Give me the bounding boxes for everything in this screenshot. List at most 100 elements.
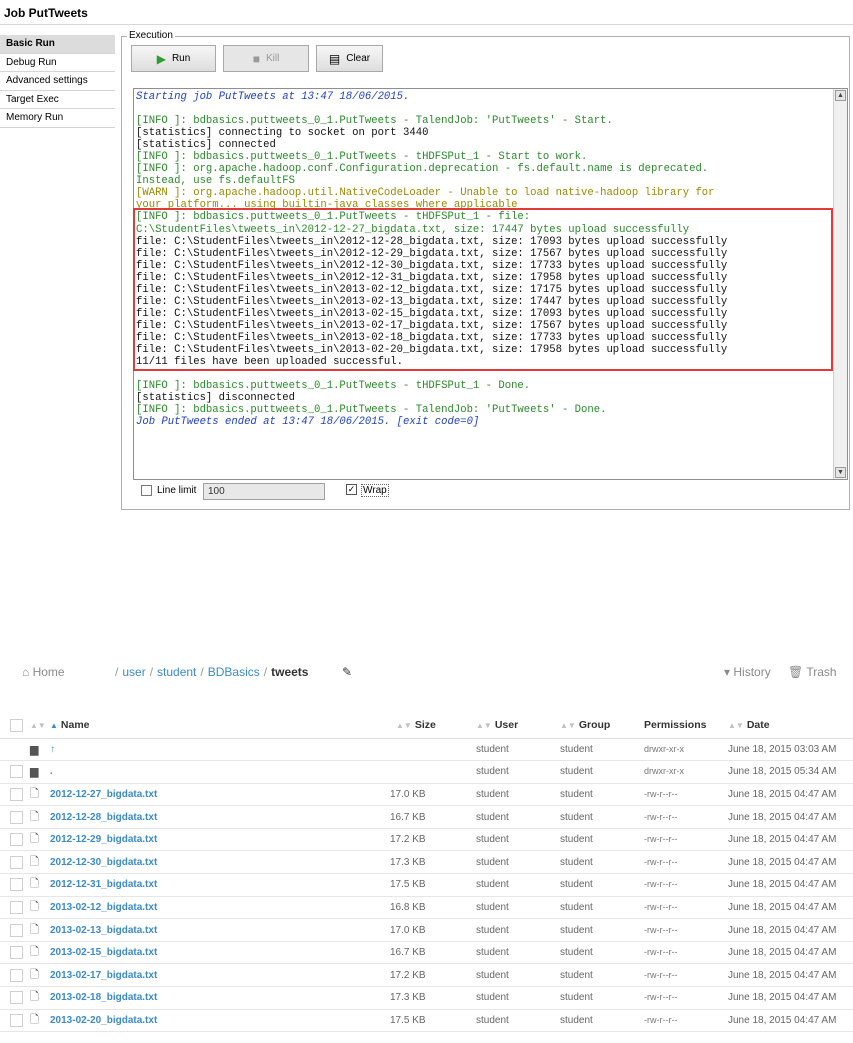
file-group: student: [560, 1014, 593, 1026]
file-name-link[interactable]: 2012-12-28_bigdata.txt: [50, 812, 157, 823]
file-group: student: [560, 856, 593, 868]
file-name-link[interactable]: 2013-02-18_bigdata.txt: [50, 992, 157, 1003]
file-name-link[interactable]: 2013-02-20_bigdata.txt: [50, 1015, 157, 1026]
kill-button[interactable]: ■ Kill: [223, 45, 309, 72]
column-group[interactable]: Group: [579, 719, 611, 731]
row-checkbox[interactable]: [10, 1013, 23, 1027]
row-checkbox[interactable]: [10, 946, 23, 960]
console-line: [statistics] connected: [136, 139, 276, 152]
select-all-checkbox[interactable]: [10, 718, 23, 732]
console-line: [statistics] connecting to socket on por…: [136, 127, 429, 140]
file-icon: 🗋: [30, 810, 39, 823]
file-size: 16.7 KB: [390, 811, 426, 823]
breadcrumb-student[interactable]: student: [157, 665, 196, 679]
file-user: student: [476, 766, 509, 778]
file-user: student: [476, 901, 509, 913]
file-user: student: [476, 834, 509, 846]
file-date: June 18, 2015 04:47 AM: [728, 992, 837, 1004]
table-row[interactable]: 🗋 2013-02-15_bigdata.txt 16.7 KB student stu…: [0, 941, 853, 965]
file-name-link[interactable]: ↑: [50, 744, 55, 755]
clear-button[interactable]: ▤ Clear: [316, 45, 383, 72]
table-row[interactable]: 🗋 2012-12-28_bigdata.txt 16.7 KB student stu…: [0, 805, 853, 829]
file-icon: 🗋: [30, 787, 39, 800]
file-name-link[interactable]: 2013-02-12_bigdata.txt: [50, 902, 157, 913]
table-row[interactable]: 🗋 2012-12-31_bigdata.txt 17.5 KB student stu…: [0, 873, 853, 897]
table-row[interactable]: 🗋 2012-12-27_bigdata.txt 17.0 KB student stu…: [0, 783, 853, 807]
file-name-link[interactable]: 2012-12-30_bigdata.txt: [50, 857, 157, 868]
wrap-checkbox[interactable]: ✓: [346, 484, 357, 495]
file-icon: 🗋: [30, 946, 39, 959]
file-icon: 🗋: [30, 855, 39, 868]
table-row[interactable]: ▆ ↑ student student drwxr-xr-x June 18, 2015 …: [0, 738, 853, 762]
row-checkbox[interactable]: [10, 855, 23, 869]
table-row[interactable]: 🗋 2013-02-17_bigdata.txt 17.2 KB student stu…: [0, 963, 853, 988]
column-permissions[interactable]: Permissions: [644, 719, 706, 731]
file-group: student: [560, 879, 593, 891]
table-row[interactable]: 🗋 2012-12-29_bigdata.txt 17.2 KB student stu…: [0, 828, 853, 852]
file-user: student: [476, 879, 509, 891]
nav-advanced-settings[interactable]: Advanced settings: [0, 72, 115, 91]
line-limit-checkbox[interactable]: [141, 485, 152, 496]
table-row[interactable]: 🗋 2013-02-18_bigdata.txt 17.3 KB student stu…: [0, 986, 853, 1010]
file-size: 17.3 KB: [390, 856, 426, 868]
file-name-link[interactable]: 2013-02-15_bigdata.txt: [50, 947, 157, 958]
breadcrumb-separator: /: [115, 665, 119, 679]
nav-basic-run[interactable]: Basic Run: [0, 35, 115, 54]
file-date: June 18, 2015 04:47 AM: [728, 811, 837, 823]
file-date: June 18, 2015 04:47 AM: [728, 947, 837, 959]
file-group: student: [560, 743, 593, 755]
file-name-link[interactable]: 2013-02-17_bigdata.txt: [50, 970, 157, 981]
home-link[interactable]: ⌂ Home: [22, 665, 65, 679]
scroll-down-icon[interactable]: ▼: [835, 467, 846, 478]
file-user: student: [476, 743, 509, 755]
row-checkbox[interactable]: [10, 878, 23, 892]
row-checkbox[interactable]: [10, 765, 23, 779]
file-name-link[interactable]: 2012-12-31_bigdata.txt: [50, 879, 157, 890]
run-button[interactable]: ▶ Run: [131, 45, 216, 72]
row-checkbox[interactable]: [10, 787, 23, 801]
file-name-link[interactable]: .: [50, 766, 53, 777]
scroll-up-icon[interactable]: ▲: [835, 90, 846, 101]
file-name-link[interactable]: 2012-12-29_bigdata.txt: [50, 834, 157, 845]
column-date[interactable]: Date: [747, 719, 770, 731]
table-row[interactable]: 🗋 2012-12-30_bigdata.txt 17.3 KB student stu…: [0, 850, 853, 875]
row-checkbox[interactable]: [10, 991, 23, 1005]
breadcrumb-bdbasics[interactable]: BDBasics: [208, 665, 260, 679]
column-name[interactable]: Name: [61, 719, 90, 731]
column-size[interactable]: Size: [415, 719, 436, 731]
file-permissions: -rw-r--r--: [644, 947, 678, 958]
table-row[interactable]: 🗋 2013-02-13_bigdata.txt 17.0 KB student stu…: [0, 918, 853, 942]
file-date: June 18, 2015 04:47 AM: [728, 788, 837, 800]
column-user[interactable]: User: [495, 719, 518, 731]
sort-icon: ▲▼: [728, 721, 744, 731]
nav-memory-run[interactable]: Memory Run: [0, 109, 115, 128]
folder-icon: ▆: [30, 766, 39, 779]
breadcrumb: / user / student / BDBasics / tweets: [111, 665, 308, 679]
row-checkbox[interactable]: [10, 923, 23, 937]
file-date: June 18, 2015 05:34 AM: [728, 766, 837, 778]
row-checkbox[interactable]: [10, 900, 23, 914]
nav-target-exec[interactable]: Target Exec: [0, 91, 115, 109]
table-row[interactable]: 🗋 2013-02-12_bigdata.txt 16.8 KB student stu…: [0, 896, 853, 920]
line-limit-input[interactable]: [203, 483, 325, 500]
row-checkbox[interactable]: [10, 833, 23, 847]
file-icon: 🗋: [30, 1013, 39, 1026]
nav-debug-run[interactable]: Debug Run: [0, 54, 115, 72]
table-row[interactable]: 🗋 2013-02-20_bigdata.txt 17.5 KB student stu…: [0, 1009, 853, 1033]
home-label: Home: [32, 665, 65, 679]
console-scrollbar[interactable]: ▲ ▼: [833, 89, 847, 479]
edit-path-icon[interactable]: ✎: [342, 665, 352, 679]
history-link[interactable]: ▾ History: [724, 665, 771, 679]
row-checkbox[interactable]: [10, 810, 23, 824]
row-checkbox[interactable]: [10, 968, 23, 982]
file-name-link[interactable]: 2013-02-13_bigdata.txt: [50, 925, 157, 936]
breadcrumb-user[interactable]: user: [122, 665, 145, 679]
sort-icon[interactable]: ▲▼: [30, 721, 46, 730]
table-row[interactable]: ▆. student student drwxr-xr-x June 18, 2015 …: [0, 760, 853, 784]
trash-link[interactable]: 🗑 Trash: [788, 665, 837, 679]
file-permissions: -rw-r--r--: [644, 811, 678, 822]
console-line: Instead, use fs.defaultFS: [136, 175, 295, 188]
file-name-link[interactable]: 2012-12-27_bigdata.txt: [50, 789, 157, 800]
sort-asc-icon[interactable]: ▲: [50, 721, 58, 730]
